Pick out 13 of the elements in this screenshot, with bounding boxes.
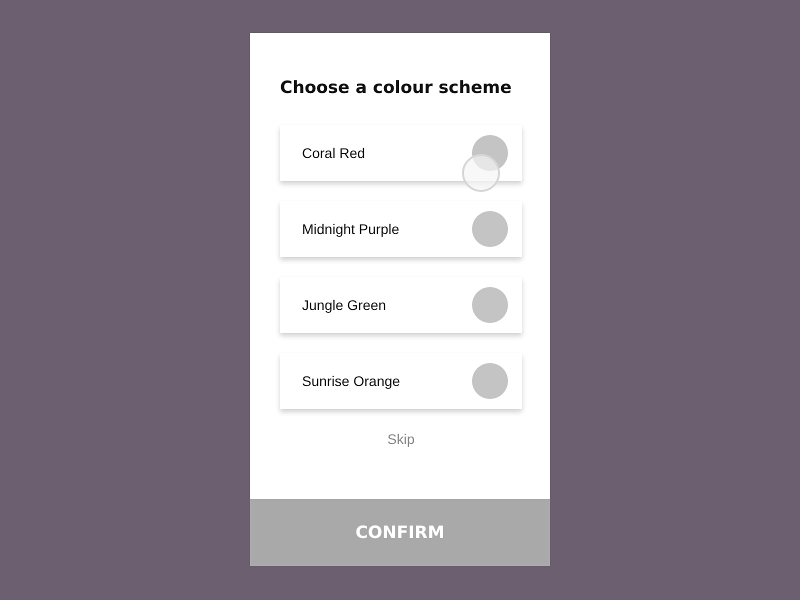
colour-option[interactable]: Midnight Purple bbox=[280, 201, 522, 257]
option-label: Coral Red bbox=[302, 145, 366, 161]
radio-circle[interactable] bbox=[472, 363, 508, 399]
colour-option[interactable]: Jungle Green bbox=[280, 277, 522, 333]
option-label: Jungle Green bbox=[302, 297, 386, 313]
colour-option[interactable]: Coral Red bbox=[280, 125, 522, 181]
colour-option[interactable]: Sunrise Orange bbox=[280, 353, 522, 409]
option-label: Midnight Purple bbox=[302, 221, 400, 237]
option-label: Sunrise Orange bbox=[302, 373, 400, 389]
skip-link[interactable]: Skip bbox=[387, 431, 415, 447]
radio-circle[interactable] bbox=[472, 287, 508, 323]
dialog-title: Choose a colour scheme bbox=[280, 77, 512, 100]
radio-circle[interactable] bbox=[472, 211, 508, 247]
